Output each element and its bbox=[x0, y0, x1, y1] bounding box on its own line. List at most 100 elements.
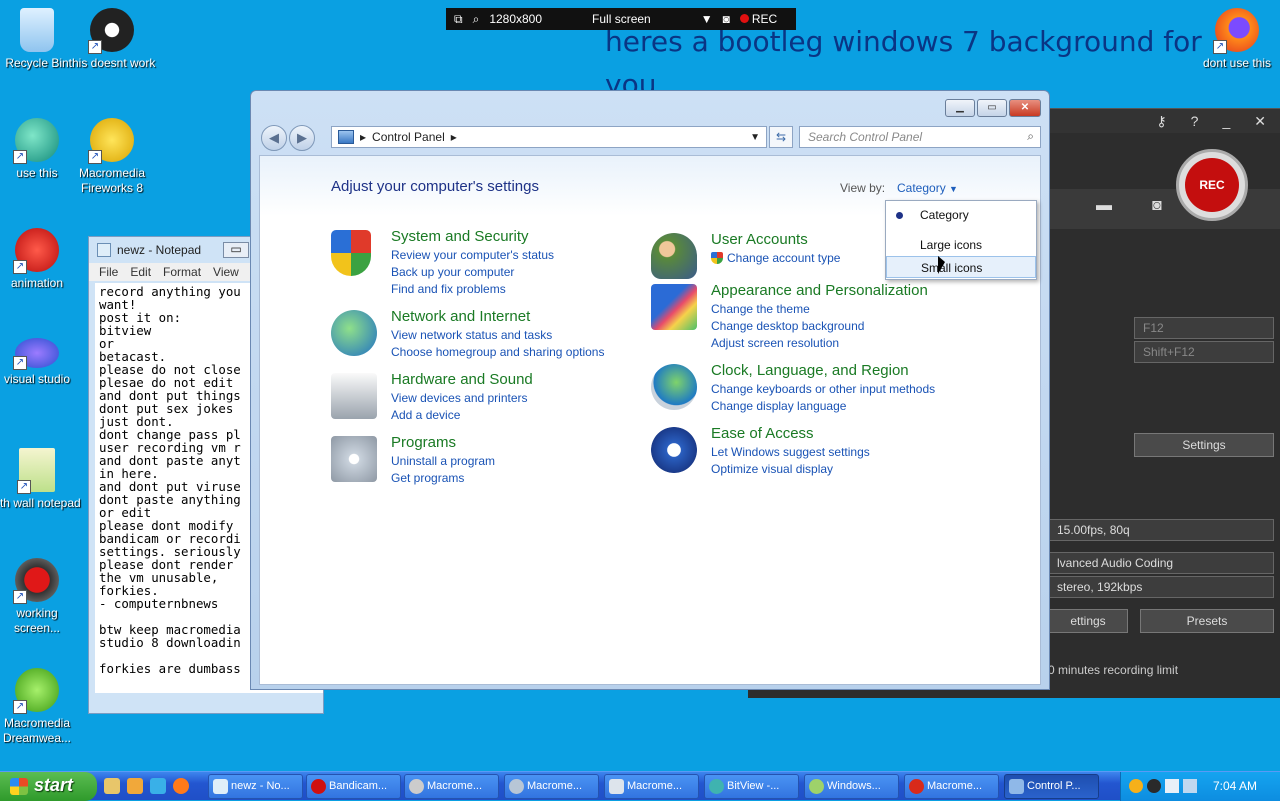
key-icon[interactable]: ⚷ bbox=[1156, 113, 1166, 129]
bandicam-rec-button[interactable]: REC bbox=[1176, 149, 1248, 221]
view-by-value: Category bbox=[897, 181, 946, 195]
presets-button[interactable]: Presets bbox=[1140, 609, 1274, 633]
link-devices-printers[interactable]: View devices and printers bbox=[391, 391, 528, 405]
category-title[interactable]: Ease of Access bbox=[711, 425, 814, 442]
notepad-title: newz - Notepad bbox=[117, 243, 202, 257]
minimize-icon[interactable]: _ bbox=[1222, 113, 1230, 129]
maximize-button[interactable]: ▭ bbox=[977, 99, 1007, 117]
task-macromedia-2[interactable]: Macrome... bbox=[504, 774, 599, 799]
search-tray-icon[interactable] bbox=[1129, 779, 1143, 793]
obs-tray-icon[interactable] bbox=[1147, 779, 1161, 793]
help-icon[interactable]: ? bbox=[1191, 113, 1199, 129]
users-icon bbox=[651, 233, 697, 279]
category-title[interactable]: Appearance and Personalization bbox=[711, 282, 928, 299]
desktop-icon-label: this doesnt work bbox=[68, 56, 156, 70]
menu-edit[interactable]: Edit bbox=[130, 265, 151, 279]
link-review-status[interactable]: Review your computer's status bbox=[391, 248, 554, 262]
rec-indicator[interactable]: REC bbox=[739, 12, 777, 26]
settings-button[interactable]: Settings bbox=[1134, 433, 1274, 457]
link-change-account-type[interactable]: Change account type bbox=[711, 251, 840, 265]
desktop-icon-animation[interactable]: ↗ animation bbox=[0, 228, 82, 291]
link-network-status[interactable]: View network status and tasks bbox=[391, 328, 552, 342]
link-backup[interactable]: Back up your computer bbox=[391, 265, 514, 279]
view-by-dropdown[interactable]: Category ▼ bbox=[897, 181, 958, 195]
link-homegroup[interactable]: Choose homegroup and sharing options bbox=[391, 345, 604, 359]
start-button[interactable]: start bbox=[0, 772, 97, 801]
camera-icon[interactable]: ◙ bbox=[1152, 197, 1162, 215]
link-suggest-settings[interactable]: Let Windows suggest settings bbox=[711, 445, 870, 459]
minimize-button[interactable]: ▁ bbox=[945, 99, 975, 117]
category-title[interactable]: Programs bbox=[391, 434, 456, 451]
folder-icon[interactable] bbox=[104, 778, 120, 794]
link-desktop-background[interactable]: Change desktop background bbox=[711, 319, 864, 333]
category-title[interactable]: User Accounts bbox=[711, 231, 808, 248]
task-notepad[interactable]: newz - No... bbox=[208, 774, 303, 799]
refresh-button[interactable]: ⇆ bbox=[769, 126, 793, 148]
desktop-icon-this-doesnt-work[interactable]: ↗ this doesnt work bbox=[67, 8, 157, 71]
window-select-icon[interactable]: ⧉ bbox=[454, 12, 463, 27]
view-option-small-icons[interactable]: Small icons bbox=[886, 256, 1036, 278]
minimize-button[interactable]: ▭ bbox=[223, 242, 249, 258]
hotkey-field-1[interactable]: F12 bbox=[1134, 317, 1274, 339]
menu-view[interactable]: View bbox=[213, 265, 239, 279]
link-find-fix[interactable]: Find and fix problems bbox=[391, 282, 506, 296]
format-settings-button[interactable]: ettings bbox=[1048, 609, 1128, 633]
close-icon[interactable]: ✕ bbox=[1254, 113, 1266, 129]
category-title[interactable]: System and Security bbox=[391, 228, 529, 245]
mode-label[interactable]: Full screen bbox=[592, 12, 651, 26]
link-uninstall[interactable]: Uninstall a program bbox=[391, 454, 495, 468]
desktop-icon-dreamweaver[interactable]: ↗ Macromedia Dreamwea... bbox=[0, 668, 82, 746]
search-input[interactable]: Search Control Panel ⌕ bbox=[799, 126, 1041, 148]
task-windows[interactable]: Windows... bbox=[804, 774, 899, 799]
task-macromedia-4[interactable]: Macrome... bbox=[904, 774, 999, 799]
camera-icon[interactable]: ◙ bbox=[723, 12, 730, 26]
category-title[interactable]: Clock, Language, and Region bbox=[711, 362, 909, 379]
search-icon[interactable]: ⌕ bbox=[1027, 129, 1034, 144]
link-get-programs[interactable]: Get programs bbox=[391, 471, 464, 485]
breadcrumb-control-panel[interactable]: Control Panel bbox=[372, 130, 445, 144]
forward-button[interactable]: ▶ bbox=[289, 125, 315, 151]
link-optimize-display[interactable]: Optimize visual display bbox=[711, 462, 833, 476]
hotkey-field-2[interactable]: Shift+F12 bbox=[1134, 341, 1274, 363]
desktop-icon-fireworks[interactable]: ↗ Macromedia Fireworks 8 bbox=[67, 118, 157, 196]
task-bitview[interactable]: BitView -... bbox=[704, 774, 799, 799]
volume-tray-icon[interactable] bbox=[1183, 779, 1197, 793]
firefox-icon[interactable] bbox=[173, 778, 189, 794]
ie-icon[interactable] bbox=[150, 778, 166, 794]
view-option-large-icons[interactable]: Large icons bbox=[886, 234, 1036, 256]
folder-icon[interactable]: ▬ bbox=[1096, 197, 1112, 215]
desktop-icon-dont-use-this[interactable]: ↗ dont use this bbox=[1192, 8, 1280, 71]
option-label: Small icons bbox=[921, 261, 983, 275]
task-macromedia-3[interactable]: Macrome... bbox=[604, 774, 699, 799]
task-control-panel[interactable]: Control P... bbox=[1004, 774, 1099, 799]
menu-format[interactable]: Format bbox=[163, 265, 201, 279]
chevron-down-icon[interactable]: ▼ bbox=[701, 12, 713, 26]
menu-file[interactable]: File bbox=[99, 265, 118, 279]
zoom-icon[interactable]: ⌕ bbox=[473, 12, 480, 27]
close-button[interactable]: ✕ bbox=[1009, 99, 1041, 117]
link-keyboards[interactable]: Change keyboards or other input methods bbox=[711, 382, 935, 396]
link-change-theme[interactable]: Change the theme bbox=[711, 302, 810, 316]
page-title: Adjust your computer's settings bbox=[331, 178, 539, 195]
category-title[interactable]: Network and Internet bbox=[391, 308, 530, 325]
network-tray-icon[interactable] bbox=[1165, 779, 1179, 793]
notepad-icon: ↗ bbox=[17, 448, 55, 494]
link-display-language[interactable]: Change display language bbox=[711, 399, 846, 413]
desktop-icon-visual-studio[interactable]: ↗ visual studio bbox=[0, 338, 82, 387]
task-macromedia-1[interactable]: Macrome... bbox=[404, 774, 499, 799]
view-option-category[interactable]: Category bbox=[886, 204, 1036, 226]
breadcrumb-arrow-icon[interactable]: ▸ bbox=[451, 130, 457, 144]
category-title[interactable]: Hardware and Sound bbox=[391, 371, 533, 388]
clock[interactable]: 7:04 AM bbox=[1213, 779, 1257, 793]
back-button[interactable]: ◀ bbox=[261, 125, 287, 151]
address-bar[interactable]: ▸ Control Panel ▸ ▼ bbox=[331, 126, 767, 148]
link-add-device[interactable]: Add a device bbox=[391, 408, 460, 422]
breadcrumb-arrow-icon[interactable]: ▸ bbox=[360, 130, 366, 144]
task-bandicam[interactable]: Bandicam... bbox=[306, 774, 401, 799]
desktop-icon-working-screen[interactable]: ↗ working screen... bbox=[0, 558, 82, 636]
option-label: Large icons bbox=[920, 238, 983, 252]
media-player-icon[interactable] bbox=[127, 778, 143, 794]
link-screen-resolution[interactable]: Adjust screen resolution bbox=[711, 336, 839, 350]
address-dropdown-icon[interactable]: ▼ bbox=[750, 132, 760, 143]
desktop-icon-4th-wall-notepad[interactable]: ↗ 4th wall notepad bbox=[0, 448, 82, 511]
